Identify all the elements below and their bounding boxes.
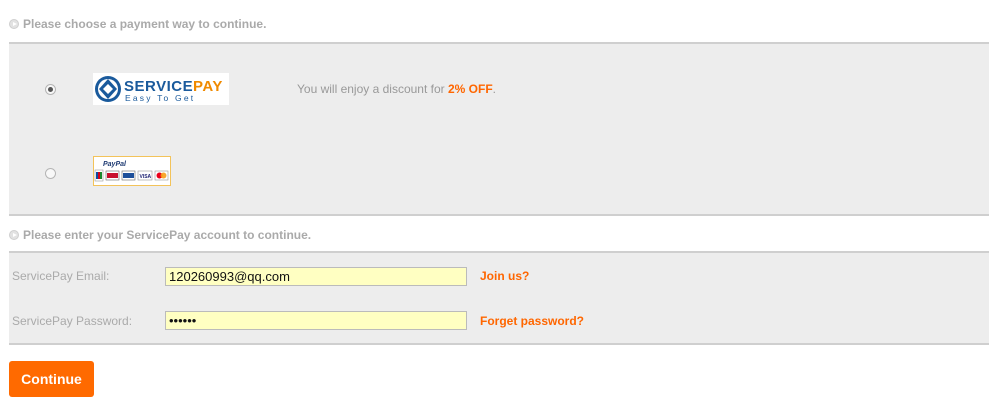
continue-button[interactable]: Continue	[9, 361, 94, 397]
forget-password-link[interactable]: Forget password?	[480, 314, 584, 328]
payment-options-panel: SERVICE PAY Easy To Get You will enjoy a…	[9, 42, 989, 216]
svg-text:VISA: VISA	[140, 174, 152, 180]
payment-section-title-text: Please choose a payment way to continue.	[23, 17, 267, 31]
email-label: ServicePay Email:	[12, 269, 110, 283]
arrow-bullet-icon	[9, 230, 19, 240]
svg-text:PayPal: PayPal	[103, 161, 127, 168]
svg-text:Easy To Get: Easy To Get	[125, 93, 195, 103]
account-form-panel: ServicePay Email: Join us? ServicePay Pa…	[9, 251, 989, 345]
payment-section-title: Please choose a payment way to continue.	[9, 17, 266, 31]
password-field[interactable]	[165, 311, 467, 330]
arrow-bullet-icon	[9, 19, 19, 29]
join-us-link[interactable]: Join us?	[480, 269, 529, 283]
svg-text:PAY: PAY	[193, 78, 223, 95]
paypal-radio[interactable]	[45, 168, 56, 179]
servicepay-discount-text: You will enjoy a discount for 2% OFF.	[297, 82, 496, 96]
servicepay-radio[interactable]	[45, 84, 56, 95]
paypal-logo[interactable]: PayPal VISA	[92, 155, 172, 189]
account-section-title: Please enter your ServicePay account to …	[9, 228, 311, 242]
email-field[interactable]	[165, 267, 467, 286]
account-section-title-text: Please enter your ServicePay account to …	[23, 228, 312, 242]
servicepay-logo-image: SERVICE PAY Easy To Get	[93, 73, 229, 105]
servicepay-logo[interactable]: SERVICE PAY Easy To Get	[93, 73, 229, 108]
password-label: ServicePay Password:	[12, 314, 133, 328]
paypal-logo-image: PayPal VISA	[92, 155, 172, 187]
discount-highlight: 2% OFF	[447, 82, 493, 96]
